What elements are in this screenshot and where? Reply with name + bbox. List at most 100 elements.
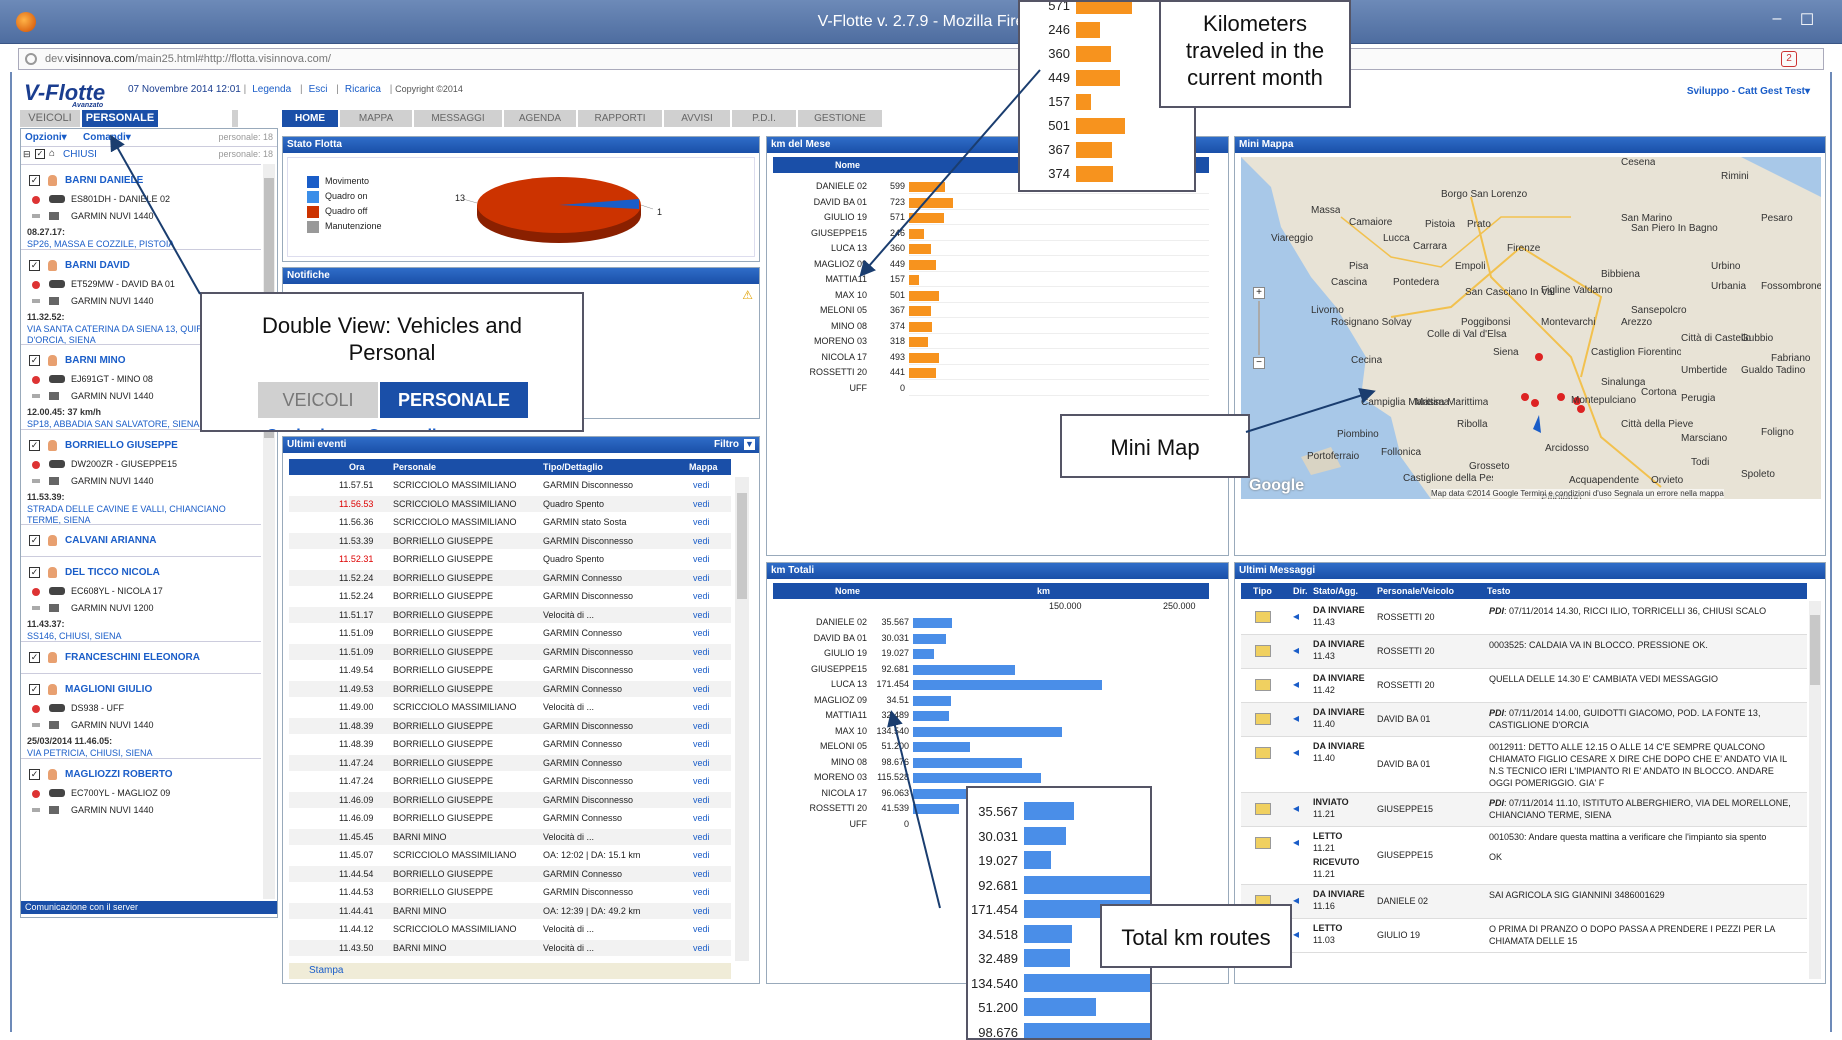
menu-opzioni[interactable]: Opzioni▾ [25,132,67,143]
personnel-name[interactable]: FRANCESCHINI ELEONORA [65,652,200,663]
message-row[interactable]: ◂ DA INVIARE 11.43 ROSSETTI 20 PDI: 07/11/20… [1241,601,1807,635]
event-map-link[interactable]: vedi [693,755,710,771]
tab-personale[interactable]: PERSONALE [82,110,158,127]
event-map-link[interactable]: vedi [693,681,710,697]
address-bar[interactable]: dev.visinnova.com/main25.html#http://flo… [18,48,1824,70]
zoom-slider[interactable] [1258,301,1260,355]
personnel-name[interactable]: CALVANI ARIANNA [65,535,156,546]
event-map-link[interactable]: vedi [693,496,710,512]
event-map-link[interactable]: vedi [693,847,710,863]
tab-rapporti[interactable]: RAPPORTI [578,110,662,127]
personnel-checkbox[interactable]: ✓ [29,260,40,271]
event-row[interactable]: 11.53.39 BORRIELLO GIUSEPPE GARMIN Disconn… [289,532,731,549]
personnel-name[interactable]: MAGLIOZZI ROBERTO [65,769,173,780]
personnel-checkbox[interactable]: ✓ [29,175,40,186]
tab-avvisi[interactable]: AVVISI [664,110,730,127]
personnel-checkbox[interactable]: ✓ [29,684,40,695]
event-map-link[interactable]: vedi [693,829,710,845]
event-map-link[interactable]: vedi [693,477,710,493]
user-menu[interactable]: Sviluppo - Catt Gest Test▾ [1687,86,1810,97]
event-row[interactable]: 11.51.09 BORRIELLO GIUSEPPE GARMIN Conness… [289,625,731,641]
event-row[interactable]: 11.44.12 SCRICCIOLO MASSIMILIANO Velocità … [289,921,731,937]
event-row[interactable]: 11.48.39 BORRIELLO GIUSEPPE GARMIN Disconn… [289,717,731,734]
collapse-icon[interactable]: ⊟ [23,149,31,160]
event-map-link[interactable]: vedi [693,718,710,734]
personnel-checkbox[interactable]: ✓ [29,440,40,451]
link-esci[interactable]: Esci [309,84,328,95]
personnel-item[interactable]: ✓ DEL TICCO NICOLA EC608YL - NICOLA 17 GARM… [21,556,261,641]
zoom-out-button[interactable]: − [1253,357,1265,369]
tab-veicoli[interactable]: VEICOLI [20,110,80,127]
group-name[interactable]: CHIUSI [63,149,97,160]
event-map-link[interactable]: vedi [693,792,710,808]
tab-pdi[interactable]: P.D.I. [732,110,796,127]
event-row[interactable]: 11.46.09 BORRIELLO GIUSEPPE GARMIN Disconn… [289,791,731,808]
event-row[interactable]: 11.43.50 BARNI MINO Velocità di ... vedi [289,939,731,956]
event-map-link[interactable]: vedi [693,551,710,567]
event-map-link[interactable]: vedi [693,533,710,549]
link-legenda[interactable]: Legenda [252,84,291,95]
event-map-link[interactable]: vedi [693,514,710,530]
event-row[interactable]: 11.46.09 BORRIELLO GIUSEPPE GARMIN Conness… [289,810,731,826]
message-row[interactable]: ◂ INVIATO 11.21 GIUSEPPE15 PDI: 07/11/2014 1… [1241,793,1807,827]
menu-comandi[interactable]: Comandi▾ [83,132,131,143]
event-map-link[interactable]: vedi [693,736,710,752]
mini-map[interactable]: Cesena Rimini Massa Borgo San Lorenzo San Ma… [1241,157,1821,499]
event-row[interactable]: 11.49.53 BORRIELLO GIUSEPPE GARMIN Conness… [289,680,731,697]
map-copyright[interactable]: Map data ©2014 Google Termini e condizio… [1431,489,1724,498]
url-text[interactable]: dev.visinnova.com/main25.html#http://flo… [45,53,331,65]
message-row[interactable]: ◂ DA INVIARE 11.40 DAVID BA 01 0012911: DETT… [1241,737,1807,793]
tab-mappa[interactable]: MAPPA [340,110,412,127]
personnel-item[interactable]: ✓ BORRIELLO GIUSEPPE DW200ZR - GIUSEPPE15 G… [21,429,261,525]
filter-icon[interactable]: ▼ [744,439,755,450]
tabs-scroll-left[interactable] [232,110,238,127]
personnel-item[interactable]: ✓ FRANCESCHINI ELEONORA [21,641,261,673]
group-checkbox[interactable]: ✓ [35,149,45,159]
event-row[interactable]: 11.44.53 BORRIELLO GIUSEPPE GARMIN Disconn… [289,884,731,900]
message-row[interactable]: ◂ DA INVIARE 11.40 DAVID BA 01 PDI: 07/11/20… [1241,703,1807,737]
link-ricarica[interactable]: Ricarica [345,84,381,95]
event-map-link[interactable]: vedi [693,699,710,715]
minimize-icon[interactable]: – [1762,10,1792,28]
tab-home[interactable]: HOME [282,110,338,127]
event-map-link[interactable]: vedi [693,570,710,586]
event-map-link[interactable]: vedi [693,773,710,789]
event-map-link[interactable]: vedi [693,625,710,641]
group-row[interactable]: ⊟ ✓ ⌂ CHIUSI personale: 18 [21,146,277,162]
filter-label[interactable]: Filtro [714,439,739,450]
zoom-in-button[interactable]: + [1253,287,1265,299]
message-row[interactable]: ◂ LETTO 11.21 RICEVUTO 11.21 GIUSEPPE15 001053… [1241,827,1807,885]
personnel-item[interactable]: ✓ BARNI DANIELE ES801DH - DANIELE 02 GARMIN… [21,164,261,249]
event-row[interactable]: 11.52.24 BORRIELLO GIUSEPPE GARMIN Conness… [289,569,731,586]
event-row[interactable]: 11.51.17 BORRIELLO GIUSEPPE Velocità di ..… [289,606,731,623]
message-row[interactable]: ◂ DA INVIARE 11.16 DANIELE 02 SAI AGRICOLA S… [1241,885,1807,919]
event-map-link[interactable]: vedi [693,903,710,919]
tab-agenda[interactable]: AGENDA [504,110,576,127]
print-button[interactable]: Stampa [289,963,731,979]
event-row[interactable]: 11.52.24 BORRIELLO GIUSEPPE GARMIN Disconn… [289,588,731,604]
event-row[interactable]: 11.51.09 BORRIELLO GIUSEPPE GARMIN Disconn… [289,643,731,660]
event-row[interactable]: 11.44.54 BORRIELLO GIUSEPPE GARMIN Conness… [289,865,731,882]
personnel-item[interactable]: ✓ MAGLIONI GIULIO DS938 - UFF GARMIN NUVI 1… [21,673,261,758]
personnel-checkbox[interactable]: ✓ [29,567,40,578]
personnel-name[interactable]: MAGLIONI GIULIO [65,684,152,695]
personnel-item[interactable]: ✓ MAGLIOZZI ROBERTO EC700YL - MAGLIOZ 09 GA… [21,758,261,843]
event-row[interactable]: 11.56.53 SCRICCIOLO MASSIMILIANO Quadro Sp… [289,495,731,512]
event-row[interactable]: 11.49.54 BORRIELLO GIUSEPPE GARMIN Disconn… [289,662,731,678]
event-row[interactable]: 11.47.24 BORRIELLO GIUSEPPE GARMIN Disconn… [289,773,731,789]
event-row[interactable]: 11.57.51 SCRICCIOLO MASSIMILIANO GARMIN Di… [289,477,731,493]
event-row[interactable]: 11.49.00 SCRICCIOLO MASSIMILIANO Velocità … [289,699,731,715]
personnel-name[interactable]: BARNI DAVID [65,260,130,271]
personnel-checkbox[interactable]: ✓ [29,652,40,663]
event-row[interactable]: 11.48.39 BORRIELLO GIUSEPPE GARMIN Conness… [289,736,731,752]
messages-scrollbar[interactable] [1809,601,1821,979]
tab-messaggi[interactable]: MESSAGGI [414,110,502,127]
event-map-link[interactable]: vedi [693,810,710,826]
events-scrollbar[interactable] [735,477,749,961]
event-map-link[interactable]: vedi [693,940,710,956]
event-map-link[interactable]: vedi [693,644,710,660]
personnel-checkbox[interactable]: ✓ [29,355,40,366]
event-map-link[interactable]: vedi [693,588,710,604]
event-row[interactable]: 11.52.31 BORRIELLO GIUSEPPE Quadro Spento v… [289,551,731,567]
maximize-icon[interactable]: ☐ [1792,10,1822,30]
